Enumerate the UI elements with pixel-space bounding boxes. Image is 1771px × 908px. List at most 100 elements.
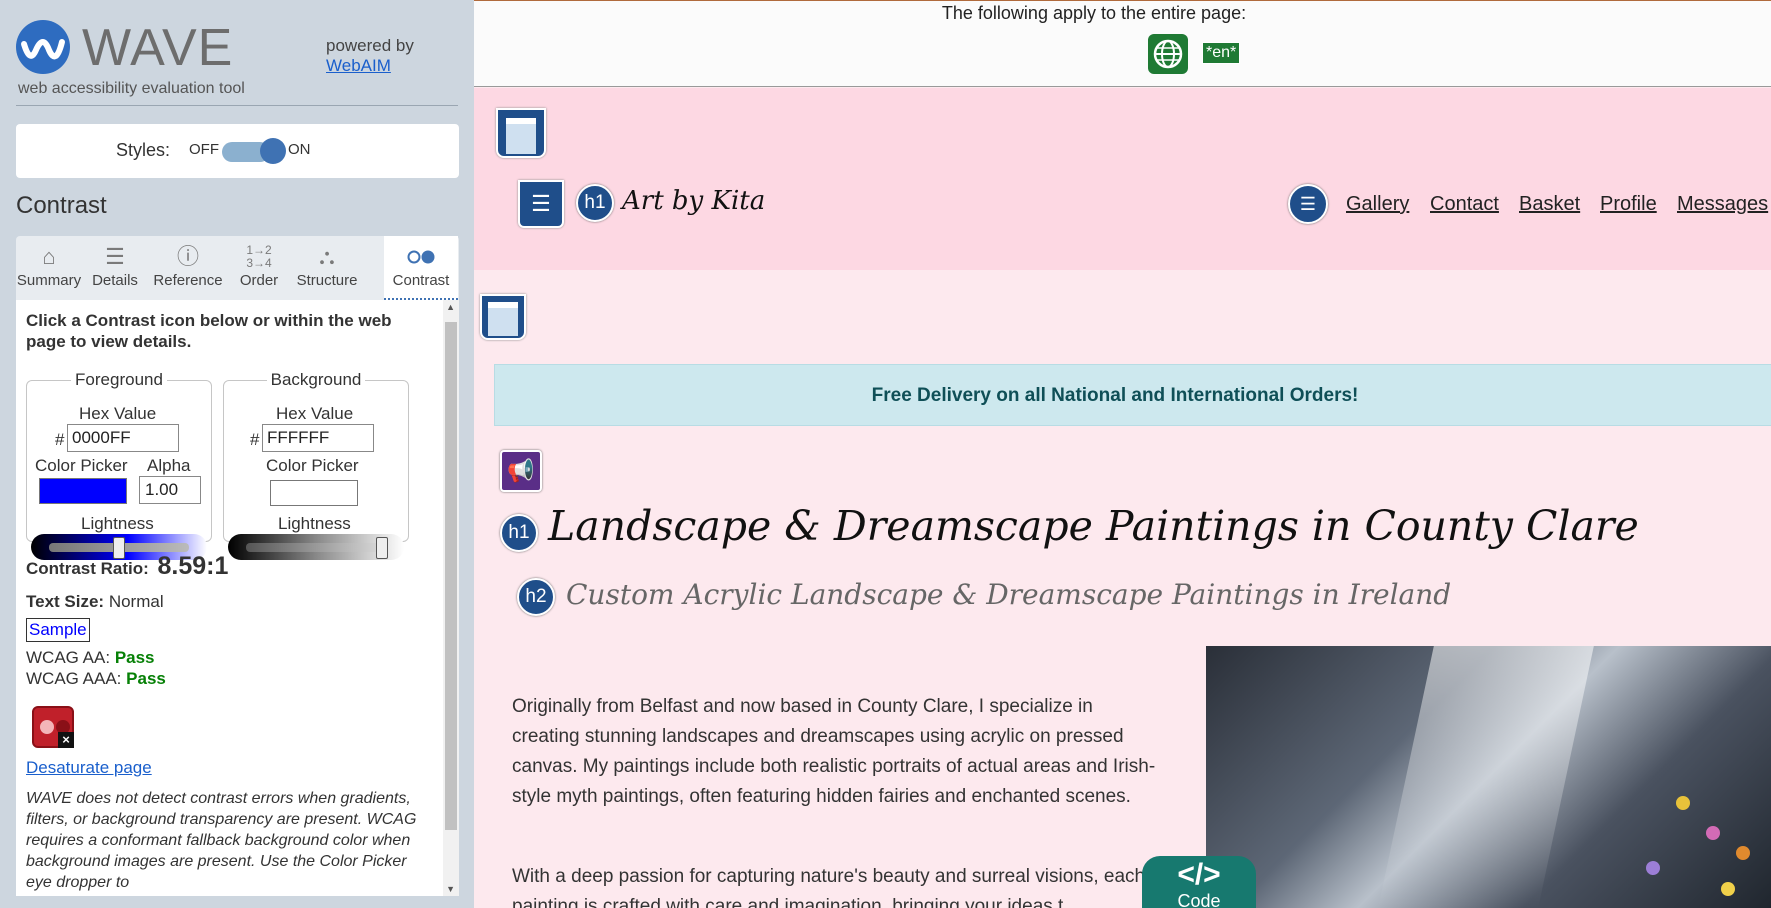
wcag-aaa-status: Pass bbox=[126, 669, 166, 688]
page-subheading: Custom Acrylic Landscape & Dreamscape Pa… bbox=[566, 578, 1452, 611]
bg-hex-label: Hex Value bbox=[276, 404, 354, 423]
list-icon: ☰ bbox=[105, 244, 125, 269]
tab-contrast[interactable]: Contrast bbox=[384, 236, 458, 300]
home-icon: ⌂ bbox=[42, 244, 56, 269]
background-legend: Background bbox=[270, 370, 362, 389]
bg-lightness-slider[interactable] bbox=[228, 534, 404, 560]
fg-lightness-label: Lightness bbox=[81, 514, 154, 533]
fg-alpha-label: Alpha bbox=[147, 456, 191, 475]
foreground-legend: Foreground bbox=[75, 370, 163, 389]
panel-title: Contrast bbox=[16, 192, 107, 219]
fg-alpha-input[interactable] bbox=[139, 476, 201, 504]
info-icon: ⓘ bbox=[176, 244, 199, 269]
styles-on-label: ON bbox=[288, 141, 311, 158]
aria-live-icon[interactable]: 📢 bbox=[500, 450, 542, 492]
code-icon: </> bbox=[1177, 858, 1221, 891]
tab-reference[interactable]: ⓘ Reference bbox=[148, 236, 228, 300]
contrast-intro: Click a Contrast icon below or within th… bbox=[26, 311, 392, 351]
contrast-ratio-label: Contrast Ratio: bbox=[26, 559, 149, 578]
code-toggle-tab[interactable]: </> Code bbox=[1142, 856, 1256, 908]
second-paragraph: With a deep passion for capturing nature… bbox=[512, 866, 1146, 908]
page-heading: Landscape & Dreamscape Paintings in Coun… bbox=[548, 502, 1639, 550]
structure-icon: ⛬ bbox=[319, 244, 335, 269]
globe-icon[interactable] bbox=[1148, 34, 1188, 74]
powered-by-text: powered by bbox=[326, 36, 414, 55]
panel-tabs: ⌂ Summary ☰ Details ⓘ Reference 1→2 3→4 O… bbox=[16, 236, 459, 300]
contrast-icon bbox=[407, 244, 435, 270]
tab-structure[interactable]: ⛬ Structure bbox=[290, 236, 364, 300]
code-tab-label: Code bbox=[1177, 891, 1221, 908]
tab-label: Summary bbox=[16, 272, 82, 289]
fg-hex-input[interactable] bbox=[67, 424, 179, 452]
navigation-region-icon[interactable]: ☰ bbox=[518, 180, 564, 228]
wcag-aa-result: WCAG AA: Pass bbox=[26, 648, 155, 668]
unordered-list-icon[interactable]: ☰ bbox=[1288, 184, 1328, 224]
text-size-row: Text Size: Normal bbox=[26, 592, 164, 612]
panel-scrollbar-thumb[interactable] bbox=[445, 322, 457, 830]
h1-icon[interactable]: h1 bbox=[500, 514, 538, 552]
powered-by: powered by WebAIM bbox=[326, 36, 414, 76]
scroll-down-icon[interactable]: ▼ bbox=[446, 884, 455, 894]
page-notice-text: The following apply to the entire page: bbox=[941, 3, 1247, 23]
main-region-icon[interactable] bbox=[480, 294, 526, 340]
scroll-up-icon[interactable]: ▲ bbox=[446, 302, 455, 312]
tab-order[interactable]: 1→2 3→4 Order bbox=[228, 236, 290, 300]
webaim-link[interactable]: WebAIM bbox=[326, 56, 391, 75]
painting-image bbox=[1206, 646, 1771, 908]
nav-link-gallery[interactable]: Gallery bbox=[1346, 193, 1409, 216]
close-icon[interactable]: × bbox=[58, 732, 74, 748]
bg-lightness-track bbox=[246, 543, 386, 552]
page-level-notice: The following apply to the entire page: … bbox=[474, 1, 1771, 87]
intro-paragraph: Originally from Belfast and now based in… bbox=[512, 696, 1156, 807]
nav-link-messages[interactable]: Messages bbox=[1677, 193, 1768, 216]
site-brand[interactable]: Art by Kita bbox=[622, 186, 765, 216]
painting-flower bbox=[1721, 882, 1735, 896]
fg-color-picker[interactable] bbox=[39, 478, 127, 504]
sidebar-divider bbox=[16, 105, 458, 106]
evaluated-page: The following apply to the entire page: … bbox=[474, 0, 1771, 908]
fg-hash: # bbox=[55, 430, 65, 449]
nav-link-profile[interactable]: Profile bbox=[1600, 193, 1657, 216]
wave-tagline: web accessibility evaluation tool bbox=[18, 80, 245, 97]
wave-logo-icon bbox=[16, 20, 70, 74]
header-region-icon[interactable] bbox=[496, 108, 546, 158]
panel-scrollbar[interactable]: ▲ ▼ bbox=[443, 300, 459, 896]
language-badge[interactable]: *en* bbox=[1202, 42, 1241, 64]
bg-lightness-label: Lightness bbox=[278, 514, 351, 533]
tab-label: Contrast bbox=[392, 272, 450, 289]
site-header: ☰ h1 Art by Kita ☰ Gallery Contact Baske… bbox=[474, 88, 1771, 270]
wcag-aaa-result: WCAG AAA: Pass bbox=[26, 669, 166, 689]
desaturate-page-link[interactable]: Desaturate page bbox=[26, 758, 152, 778]
wcag-aaa-label: WCAG AAA: bbox=[26, 669, 122, 688]
text-size-value: Normal bbox=[108, 592, 164, 611]
nav-link-contact[interactable]: Contact bbox=[1430, 193, 1499, 216]
wave-brand-title: WAVE bbox=[82, 19, 234, 77]
wcag-aa-status: Pass bbox=[114, 648, 155, 667]
painting-flower bbox=[1706, 826, 1720, 840]
h1-icon[interactable]: h1 bbox=[576, 184, 614, 222]
tab-details[interactable]: ☰ Details bbox=[82, 236, 148, 300]
background-fieldset: Background Hex Value # Color Picker Ligh… bbox=[223, 370, 409, 560]
bg-color-picker[interactable] bbox=[270, 480, 358, 506]
tab-summary[interactable]: ⌂ Summary bbox=[16, 236, 82, 300]
order-icon: 1→2 3→4 bbox=[246, 243, 272, 270]
styles-label: Styles: bbox=[116, 140, 171, 160]
contrast-sample: Sample bbox=[26, 618, 90, 642]
text-size-label: Text Size: bbox=[26, 592, 105, 611]
h2-icon[interactable]: h2 bbox=[517, 578, 555, 616]
tab-label: Order bbox=[239, 272, 279, 289]
contrast-ratio-value: 8.59:1 bbox=[157, 552, 229, 580]
painting-flower bbox=[1646, 861, 1660, 875]
tab-label: Structure bbox=[296, 272, 358, 289]
promo-banner: Free Delivery on all National and Intern… bbox=[494, 364, 1771, 426]
wave-sidebar: WAVE web accessibility evaluation tool p… bbox=[0, 0, 474, 908]
tab-label: Reference bbox=[153, 272, 223, 289]
fg-hex-label: Hex Value bbox=[79, 404, 157, 423]
bg-picker-label: Color Picker bbox=[266, 456, 359, 475]
nav-link-basket[interactable]: Basket bbox=[1519, 193, 1580, 216]
styles-toggle-knob[interactable] bbox=[260, 138, 286, 164]
fg-picker-label: Color Picker bbox=[35, 456, 128, 475]
contrast-panel: Click a Contrast icon below or within th… bbox=[16, 300, 459, 896]
bg-hex-input[interactable] bbox=[262, 424, 374, 452]
bg-lightness-thumb[interactable] bbox=[376, 537, 388, 559]
